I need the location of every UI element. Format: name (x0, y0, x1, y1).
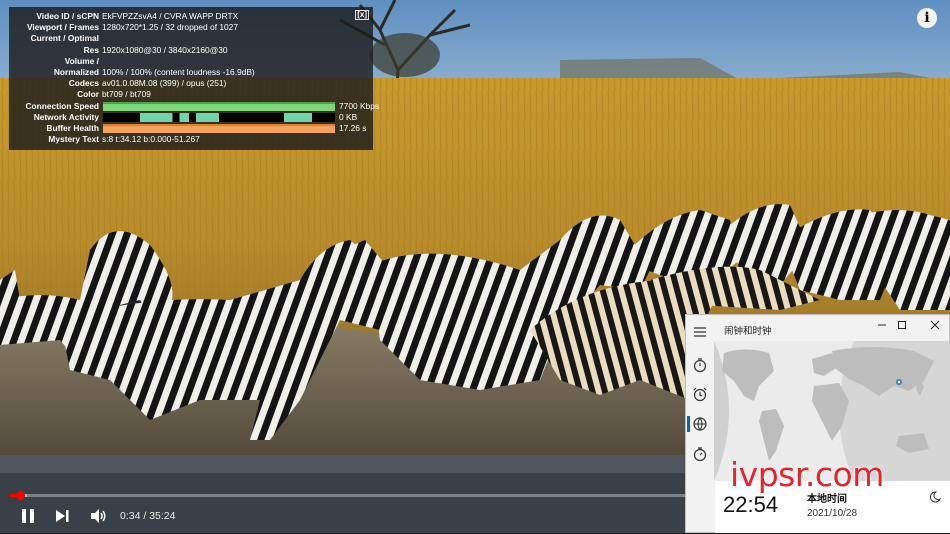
stats-row: Codecs av01.0.08M.08 (399) / opus (251) (9, 78, 373, 89)
stats-graph (103, 124, 335, 133)
stats-key: Volume / (64, 55, 99, 66)
stats-key: Connection Speed (25, 100, 99, 111)
stats-row: Video ID / sCPN EkFVPZZsvA4 / CVRA WAPP D… (9, 11, 373, 22)
info-button[interactable]: i (917, 8, 937, 28)
stats-row: Connection Speed 7700 Kbps (9, 100, 379, 112)
maximize-button[interactable] (891, 318, 913, 336)
minimize-icon (878, 324, 886, 326)
volume-icon (91, 509, 106, 523)
progress-bar[interactable] (10, 491, 685, 500)
stats-key: Current / Optimal (30, 33, 99, 44)
close-icon (930, 320, 940, 330)
menu-icon[interactable] (692, 324, 708, 340)
stats-value: 17.26 s (339, 123, 367, 133)
pause-icon (22, 509, 26, 523)
maximize-icon (898, 321, 906, 329)
moon-icon (929, 491, 941, 503)
stats-graph (103, 112, 335, 122)
clock-window-title: 闹钟和时钟 (724, 326, 772, 337)
alarm-icon[interactable] (692, 386, 708, 402)
stats-row: Color bt709 / bt709 (9, 89, 373, 100)
stats-key: Color (77, 89, 99, 100)
stats-value: s:8 t:34.12 b:0.000-51.267 (102, 134, 200, 145)
stats-key: Video ID / sCPN (36, 11, 99, 21)
volume-button[interactable] (90, 508, 107, 524)
local-time: 22:54 (723, 492, 779, 517)
skip-next-icon (56, 510, 65, 522)
stats-for-nerds-panel: [x] Video ID / sCPN EkFVPZZsvA4 / CVRA WA… (9, 7, 379, 150)
stats-key: Normalized (53, 67, 99, 77)
stats-value: 1920x1080@30 / 3840x2160@30 (102, 44, 228, 55)
stats-key: Buffer Health (46, 123, 99, 133)
stats-row: Volume / (9, 56, 373, 67)
next-button[interactable] (55, 509, 70, 523)
stats-value: bt709 / bt709 (102, 89, 151, 100)
stats-value: 100% / 100% (content loudness -16.9dB) (102, 67, 255, 77)
location-pin-icon (896, 379, 902, 385)
stats-key: Res (83, 44, 99, 55)
stats-row: Buffer Health 17.26 s (9, 123, 373, 134)
close-button[interactable] (924, 318, 946, 336)
stats-value: av01.0.08M.08 (399) / opus (251) (102, 78, 227, 89)
clock-app-window[interactable]: 闹钟和时钟 22:54 本地时间 2021/10/28 (685, 314, 950, 533)
local-date: 2021/10/28 (807, 508, 858, 519)
stats-row: Normalized 100% / 100% (content loudness … (9, 67, 373, 78)
stats-row: Mystery Text s:8 t:34.12 b:0.000-51.267 (9, 134, 373, 145)
world-clock-icon[interactable] (692, 416, 708, 432)
stats-value: 1280x720*1.25 / 32 dropped of 1027 (102, 22, 238, 33)
stats-row: Res 1920x1080@30 / 3840x2160@30 (9, 45, 373, 56)
stats-value: EkFVPZZsvA4 / CVRA WAPP DRTX (102, 11, 239, 21)
stopwatch-icon[interactable] (692, 446, 708, 462)
stats-value: 7700 Kbps (339, 100, 380, 111)
nav-selected-indicator (687, 416, 690, 432)
stats-row: Current / Optimal (9, 33, 373, 44)
timer-icon[interactable] (692, 357, 708, 373)
time-display: 0:34 / 35:24 (120, 510, 176, 522)
minimize-button[interactable] (871, 318, 893, 336)
watermark: ivpsr.com (730, 455, 884, 494)
stats-graph (103, 101, 335, 111)
stats-key: Viewport / Frames (27, 22, 99, 33)
stats-row: Network Activity 0 KB (9, 112, 373, 123)
stats-key: Mystery Text (48, 134, 99, 145)
stats-value: 0 KB (339, 111, 358, 122)
stats-key: Codecs (68, 78, 99, 89)
clock-nav-rail (686, 315, 714, 534)
stats-key: Network Activity (33, 111, 99, 122)
stats-row: Viewport / Frames 1280x720*1.25 / 32 drop… (9, 22, 373, 33)
pause-button[interactable] (20, 508, 36, 524)
